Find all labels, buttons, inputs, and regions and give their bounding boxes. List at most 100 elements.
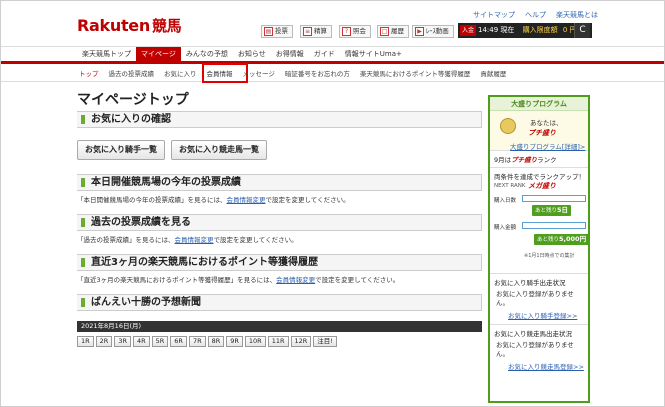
subnav-past-results[interactable]: 過去の投票成績 [109,68,165,78]
purchase-days-label: 購入日数 [494,198,517,204]
subnav-point-history[interactable]: 楽天競馬におけるポイント等獲得履歴 [360,68,481,78]
deposit-button[interactable]: 入金 [460,25,476,36]
subnav-forgot-pin[interactable]: 暗証番号をお忘れの方 [285,68,360,78]
page-title: マイページトップ [77,92,189,108]
settle-icon: ≡ [303,27,312,36]
race-button[interactable]: 6R [170,336,187,347]
nav-guide[interactable]: ガイド [309,47,340,62]
fav-jockey-empty: お気に入り登録がありません。 [496,290,574,307]
sidebar: 大盛りプログラム あなたは、 プチ盛り 大盛りプログラム[詳細]> 9月はプチ盛… [488,95,590,403]
race-button[interactable]: 3R [114,336,131,347]
race-button[interactable]: 12R [290,336,312,347]
days-remaining: 5日 [557,206,569,214]
goal-lead-text: 両条件を達成でランクアップ！ [494,173,585,181]
subnav-contribution-history[interactable]: 貢献履歴 [480,68,516,78]
note-text: 「直近3ヶ月の楽天競馬におけるポイント等獲得履歴」を見るには、 [77,276,277,284]
nav-everyone-prediction[interactable]: みんなの予想 [181,47,233,62]
help-link[interactable]: ヘルプ [525,10,546,20]
point-history-note: 「直近3ヶ月の楽天競馬におけるポイント等獲得履歴」を見るには、会員情報変更で設定… [77,274,482,284]
history-button[interactable]: □ 履歴 [377,25,409,38]
account-status-bar: 入金 14:49 現在 購入限度額 0 円 [458,23,592,38]
fav-horse-empty: お気に入り登録がありません。 [496,341,574,358]
race-button[interactable]: 2R [95,336,113,347]
history-label: 履歴 [391,27,404,35]
page-frame: Rakuten 競馬 サイトマップ ヘルプ 楽天競馬とは ▤ 投票 ≡ 精算 ? 照会 … [0,0,665,407]
nav-news[interactable]: お知らせ [233,47,271,62]
rank-name: プチ盛り [528,129,556,137]
race-buttons: 1R 2R 3R 4R 5R 6R 7R 8R 9R 10R 11R 12R 注… [77,336,482,347]
oomori-program-title: 大盛りプログラム [490,97,588,111]
logo-sub: 競馬 [151,17,182,35]
race-button[interactable]: 4R [132,336,150,347]
site-header: Rakuten 競馬 サイトマップ ヘルプ 楽天競馬とは ▤ 投票 ≡ 精算 ? 照会 … [1,1,664,45]
fav-jockey-register-link[interactable]: お気に入り騎手登録>> [490,310,588,325]
main-nav: 楽天競馬トップ マイページ みんなの予想 お知らせ お得情報 ガイド 情報サイト… [1,46,664,64]
race-button[interactable]: 5R [151,336,169,347]
section-today-results-heading: 本日開催競馬場の今年の投票成績 [77,174,482,191]
logo-main: Rakuten [77,16,150,35]
nav-keiba-top[interactable]: 楽天競馬トップ [77,47,136,62]
section-banei-newspaper-heading: ばんえい十勝の予想新聞 [77,294,482,311]
subnav-messages[interactable]: メッセージ [243,68,285,78]
past-results-note: 「過去の投票成績」を見るには、会員情報変更で設定を変更してください。 [77,234,482,244]
note-text: で設定を変更してください。 [315,276,400,284]
race-button[interactable]: 7R [188,336,206,347]
favorite-horses-button[interactable]: お気に入り競走馬一覧 [171,140,267,160]
member-info-change-link[interactable]: 会員情報変更 [175,236,214,244]
subnav-member-info[interactable]: 会員情報 [201,63,248,83]
race-button[interactable]: 1R [77,336,94,347]
amount-remaining: 5,000円 [559,235,587,243]
sitemap-link[interactable]: サイトマップ [473,10,515,20]
goal-footnote: ※1月1日時点での集計 [524,253,575,259]
favorite-jockeys-button[interactable]: お気に入り騎手一覧 [77,140,165,160]
next-rank-name: メガ盛り [528,182,556,190]
purchase-limit-label: 購入限度額 [522,26,558,34]
status-time: 14:49 現在 [478,26,515,34]
race-button[interactable]: 11R [267,336,289,347]
nav-mypage[interactable]: マイページ [136,47,181,62]
vote-button[interactable]: ▤ 投票 [261,25,293,38]
purchase-amount-bar [522,222,586,229]
member-info-change-link[interactable]: 会員情報変更 [227,196,266,204]
medal-icon [500,118,516,134]
rakuten-keiba-logo[interactable]: Rakuten 競馬 [77,15,182,36]
vote-label: 投票 [275,27,288,35]
history-icon: □ [380,27,389,36]
fav-horse-register-link[interactable]: お気に入り競走馬登録>> [490,361,588,375]
purchase-amount-label: 購入金額 [494,225,517,231]
main-content: マイページトップ お気に入りの確認 お気に入り騎手一覧 お気に入り競走馬一覧 本… [77,89,482,347]
race-button[interactable]: 8R [207,336,225,347]
race-video-button[interactable]: ▶ ﾚｰｽ動画 [412,25,454,38]
section-point-history-heading: 直近3ヶ月の楽天競馬におけるポイント等獲得履歴 [77,254,482,271]
nav-deals[interactable]: お得情報 [271,47,309,62]
note-text: で設定を変更してください。 [265,196,350,204]
oomori-detail-link[interactable]: 大盛りプログラム[詳細]> [510,141,585,151]
top-links: サイトマップ ヘルプ 楽天競馬とは [473,10,598,20]
race-button[interactable]: 9R [226,336,243,347]
note-text: 「本日開催競馬場の今年の投票成績」を見るには、 [77,196,227,204]
days-remaining-badge: あと残り5日 [532,205,572,216]
inquiry-button[interactable]: ? 照会 [339,25,371,38]
settle-button[interactable]: ≡ 精算 [300,25,332,38]
next-rank-label: NEXT RANK [494,183,526,189]
about-link[interactable]: 楽天競馬とは [556,10,598,20]
member-info-change-link[interactable]: 会員情報変更 [276,276,315,284]
video-icon: ▶ [415,27,424,36]
inquiry-icon: ? [342,27,351,36]
today-results-note: 「本日開催競馬場の今年の投票成績」を見るには、会員情報変更で設定を変更してくださ… [77,194,482,204]
purchase-days-bar [522,195,586,202]
nav-uma-plus[interactable]: 情報サイトUma+ [340,47,407,62]
you-are-text: あなたは、 [530,119,563,127]
oomori-rank-box: あなたは、 プチ盛り 大盛りプログラム[詳細]> [490,111,588,151]
remaining-prefix: あと残り [537,237,560,243]
section-favorites-heading: お気に入りの確認 [77,111,482,128]
subnav-favorites[interactable]: お気に入り [164,68,207,78]
subnav-top[interactable]: トップ [79,68,109,78]
current-rank: プチ盛り [511,156,538,164]
featured-race-button[interactable]: 注目! [313,336,337,347]
race-button[interactable]: 10R [244,336,266,347]
reload-icon[interactable]: C [574,23,590,38]
rank-up-goal-box: 両条件を達成でランクアップ！ NEXT RANK メガ盛り 購入日数 あと残り5… [490,168,590,274]
rank-suffix: ランク [537,156,557,164]
fav-jockey-title: お気に入り騎手出走状況 [494,279,566,287]
